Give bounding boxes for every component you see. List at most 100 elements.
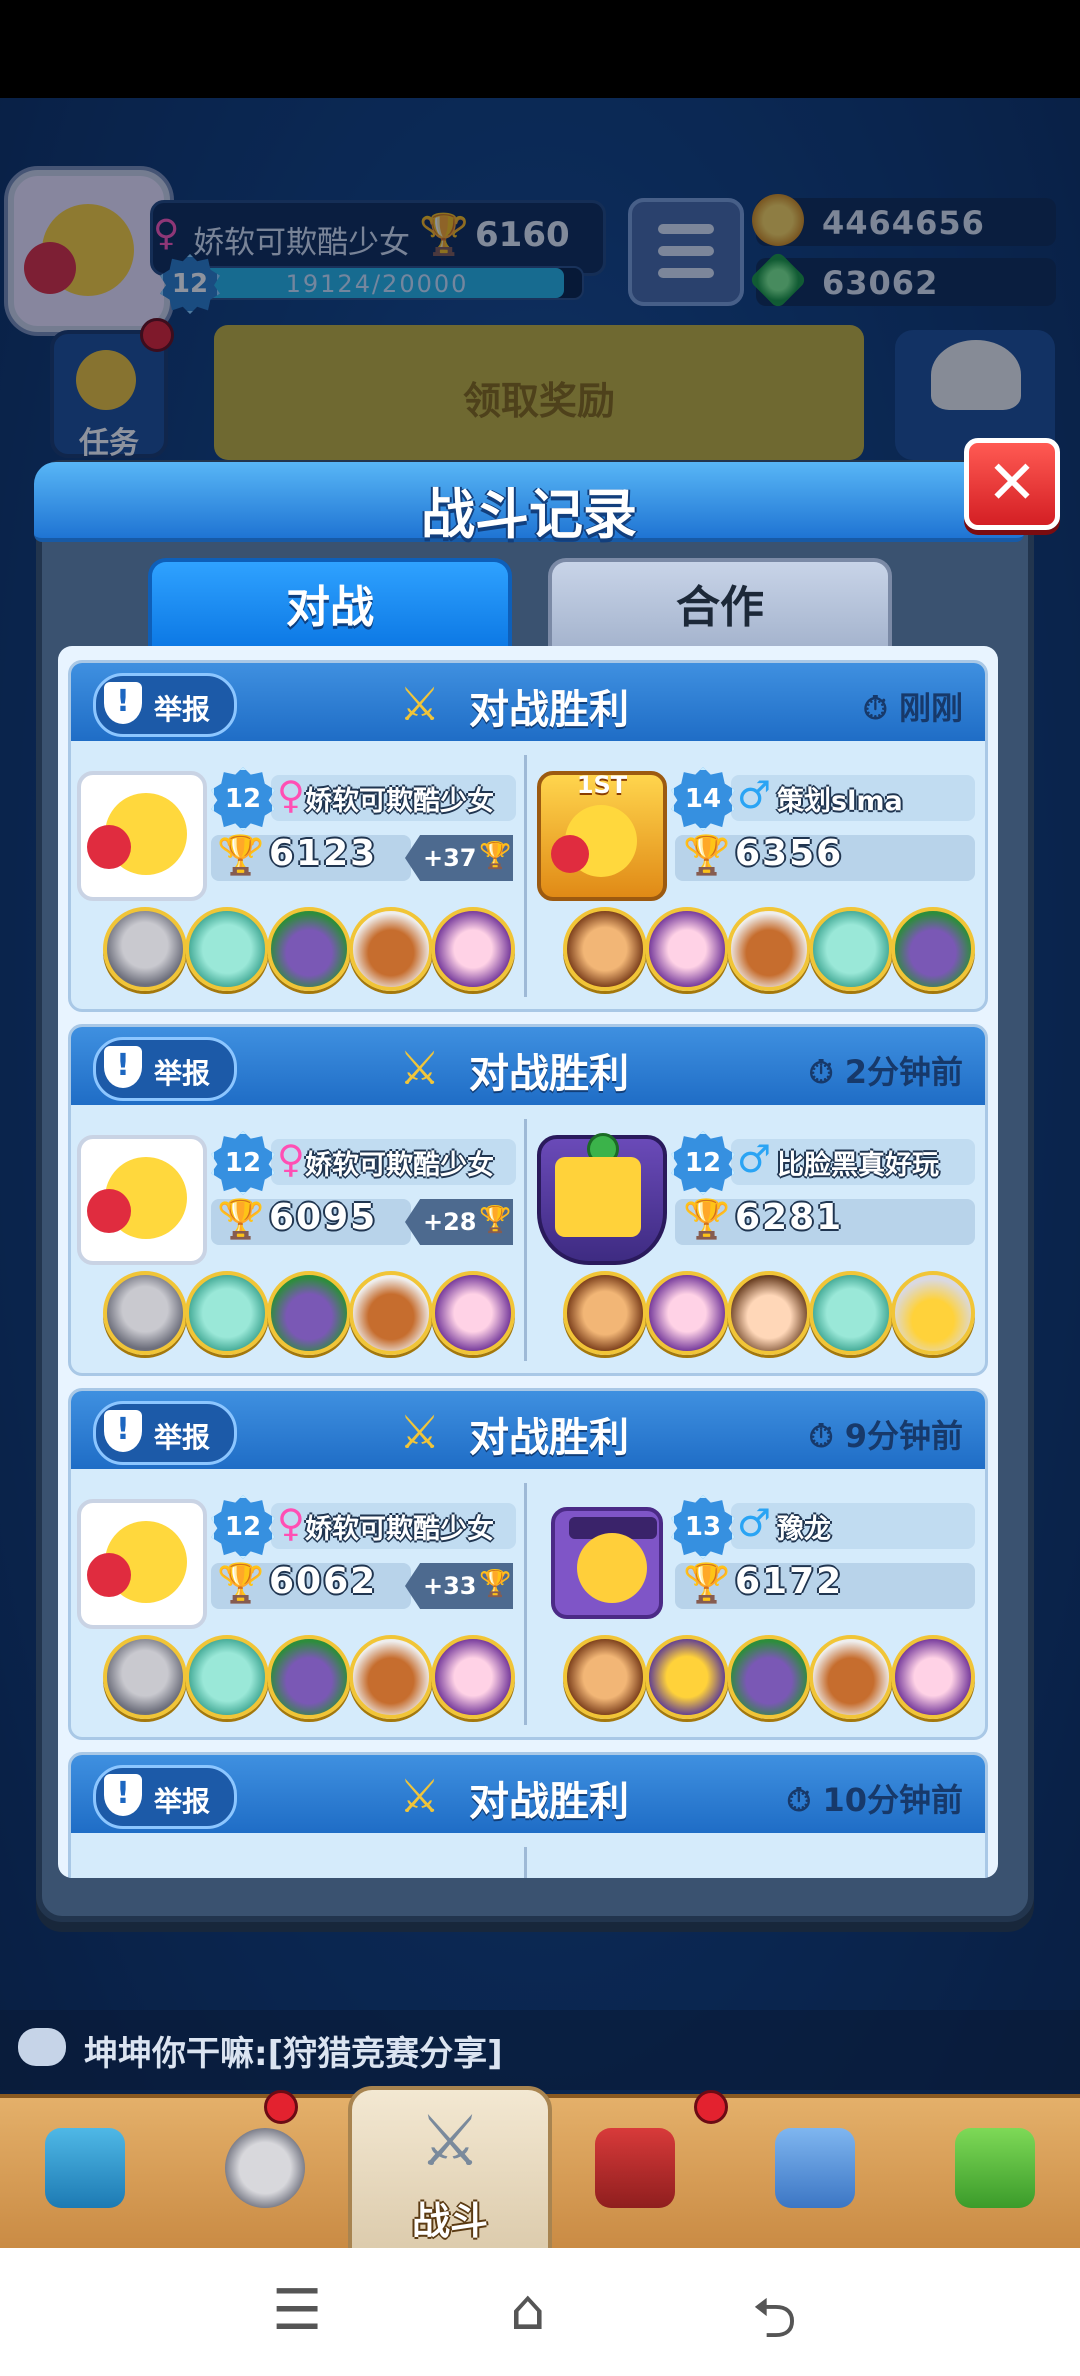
player-avatar[interactable] — [77, 1135, 207, 1265]
hero-dwarf-icon[interactable] — [809, 1635, 893, 1719]
home-icon[interactable]: ⌂ — [510, 2278, 546, 2343]
hero-girl-icon[interactable] — [727, 1271, 811, 1355]
report-label: 举报 — [154, 1421, 211, 1454]
tab-versus[interactable]: 对战 — [148, 558, 512, 652]
opponent-avatar[interactable] — [551, 1507, 663, 1619]
hero-cat-icon[interactable] — [809, 907, 893, 991]
hero-monkey-icon[interactable] — [563, 1271, 647, 1355]
hero-cat-icon[interactable] — [185, 1271, 269, 1355]
chat-message: 坤坤你干嘛:[狩猎竞赛分享] — [84, 2034, 503, 2074]
trophy-delta-value: +33 — [423, 1572, 477, 1600]
vs-divider — [524, 1847, 527, 1878]
report-button[interactable]: ! 举报 — [93, 673, 237, 737]
chat-bar[interactable]: 坤坤你干嘛:[狩猎竞赛分享] — [0, 2010, 1080, 2090]
hero-purple-icon[interactable] — [431, 1271, 515, 1355]
notification-dot — [694, 2090, 728, 2124]
record-header: ! 举报 ⚔ 对战胜利 ⏱ 10分钟前 — [71, 1755, 985, 1833]
opponent-name: 豫龙 — [777, 1514, 831, 1545]
hero-cat-icon[interactable] — [809, 1271, 893, 1355]
hero-frog-icon[interactable] — [645, 1635, 729, 1719]
garden-sprout-icon — [955, 2128, 1035, 2208]
hero-purple-icon[interactable] — [431, 1635, 515, 1719]
crossed-swords-icon: ⚔ — [399, 1041, 441, 1095]
opponent-avatar[interactable]: 1ST — [537, 771, 667, 901]
vs-divider — [524, 755, 527, 997]
hero-purple-icon[interactable] — [431, 907, 515, 991]
trophy-delta: +37 🏆 — [405, 835, 513, 881]
hero-monkey-icon[interactable] — [563, 907, 647, 991]
hero-monkey-icon[interactable] — [563, 1635, 647, 1719]
recents-icon[interactable]: ☰ — [272, 2278, 322, 2343]
report-button[interactable]: ! 举报 — [93, 1765, 237, 1829]
hero-green-icon[interactable] — [891, 907, 975, 991]
record-header: ! 举报 ⚔ 对战胜利 ⏱ 2分钟前 — [71, 1027, 985, 1105]
record-list[interactable]: ! 举报 ⚔ 对战胜利 ⏱ 刚刚 12 ♀ 娇软可欺酷少女 🏆 6123 +37… — [58, 646, 998, 1878]
nav-battle[interactable]: ⚔ 战斗 — [348, 2086, 552, 2256]
hero-dwarf-icon[interactable] — [727, 907, 811, 991]
status-bar — [0, 0, 1080, 98]
shield-icon: ! — [104, 682, 142, 724]
player-avatar[interactable] — [77, 771, 207, 901]
opponent-level-badge: 12 — [671, 1131, 735, 1195]
hero-cat-icon[interactable] — [185, 907, 269, 991]
male-icon: ♂ — [737, 773, 772, 817]
duck-avatar-icon — [555, 1157, 641, 1237]
hero-green-icon[interactable] — [267, 1271, 351, 1355]
trophy-delta: +33 🏆 — [405, 1563, 513, 1609]
battle-record-card: ! 举报 ⚔ 对战胜利 ⏱ 刚刚 12 ♀ 娇软可欺酷少女 🏆 6123 +37… — [68, 660, 988, 1012]
nav-heroes[interactable] — [190, 2110, 340, 2240]
nav-team[interactable] — [740, 2110, 890, 2240]
back-icon[interactable]: ⮌ — [752, 2278, 797, 2373]
nav-garden[interactable] — [920, 2110, 1070, 2240]
hero-knight-icon[interactable] — [103, 1271, 187, 1355]
opponent-trophies: 6172 — [735, 1561, 844, 1602]
report-button[interactable]: ! 举报 — [93, 1401, 237, 1465]
hero-knight-icon[interactable] — [103, 1635, 187, 1719]
report-button[interactable]: ! 举报 — [93, 1037, 237, 1101]
male-icon: ♂ — [737, 1501, 772, 1545]
hero-green-icon[interactable] — [727, 1635, 811, 1719]
trophy-icon: 🏆 — [217, 1561, 265, 1605]
hero-green-icon[interactable] — [267, 1635, 351, 1719]
trophy-icon: 🏆 — [683, 1561, 731, 1605]
notification-dot — [264, 2090, 298, 2124]
close-button[interactable]: ✕ — [964, 438, 1060, 530]
nav-shop[interactable] — [10, 2110, 160, 2240]
opponent-name: 比脸黑真好玩 — [777, 1150, 939, 1181]
player-avatar[interactable] — [77, 1499, 207, 1629]
battle-time: ⏱ 2分钟前 — [808, 1053, 963, 1091]
hero-dwarf-icon[interactable] — [349, 907, 433, 991]
battle-record-card: ! 举报 ⚔ 对战胜利 ⏱ 10分钟前 — [68, 1752, 988, 1878]
report-label: 举报 — [154, 1785, 211, 1818]
battle-result: 对战胜利 — [469, 1779, 629, 1825]
crossed-swords-icon: ⚔ — [399, 677, 441, 731]
battle-time: ⏱ 刚刚 — [862, 689, 963, 727]
hero-cat-icon[interactable] — [185, 1635, 269, 1719]
shield-icon: ! — [104, 1774, 142, 1816]
berry-icon — [551, 835, 589, 873]
crossed-swords-icon: ⚔ — [399, 1405, 441, 1459]
hero-ghost-icon[interactable] — [891, 1271, 975, 1355]
hero-purple-icon[interactable] — [891, 1635, 975, 1719]
trophy-icon: 🏆 — [217, 1197, 265, 1241]
battle-result: 对战胜利 — [469, 687, 629, 733]
hero-green-icon[interactable] — [267, 907, 351, 991]
hero-purple-icon[interactable] — [645, 1271, 729, 1355]
hero-purple-icon[interactable] — [645, 907, 729, 991]
shield-icon: ! — [104, 1046, 142, 1088]
player-name: 娇软可欺酷少女 — [305, 1150, 494, 1181]
chat-bubble-icon — [18, 2028, 66, 2066]
trophy-delta-value: +37 — [423, 844, 477, 872]
hero-dwarf-icon[interactable] — [349, 1271, 433, 1355]
battle-record-card: ! 举报 ⚔ 对战胜利 ⏱ 2分钟前 12 ♀ 娇软可欺酷少女 🏆 6095 +… — [68, 1024, 988, 1376]
vs-divider — [524, 1483, 527, 1725]
hero-knight-icon[interactable] — [103, 907, 187, 991]
opponent-level-badge: 13 — [671, 1495, 735, 1559]
crossed-swords-icon: ⚔ — [418, 2100, 482, 2182]
nav-rank[interactable] — [560, 2110, 710, 2240]
opponent-avatar[interactable] — [537, 1133, 667, 1265]
player-name: 娇软可欺酷少女 — [305, 1514, 494, 1545]
tab-coop[interactable]: 合作 — [548, 558, 892, 652]
hero-dwarf-icon[interactable] — [349, 1635, 433, 1719]
trophy-small-icon: 🏆 — [479, 1569, 512, 1599]
